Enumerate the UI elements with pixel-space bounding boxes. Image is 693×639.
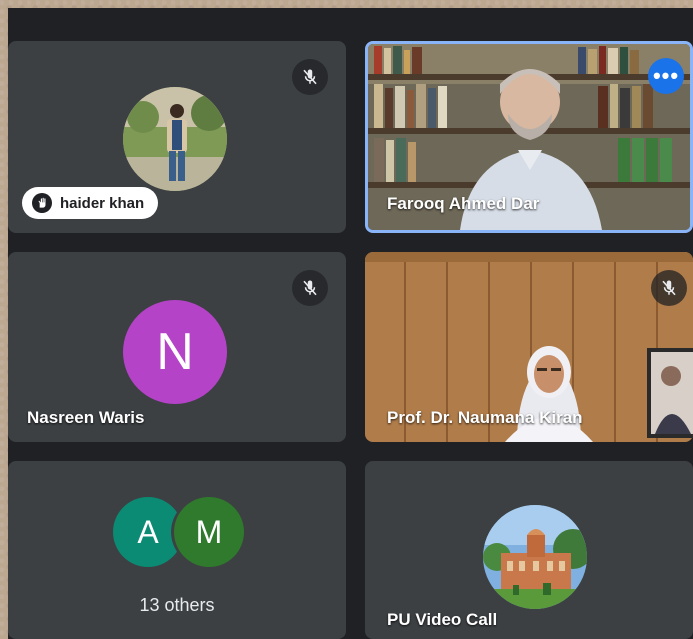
hand-icon <box>32 193 52 213</box>
avatar-photo <box>123 87 227 191</box>
video-call-grid: haider khan ••• Farooq Ahmed Dar N Nasre… <box>8 8 693 639</box>
participant-name: Prof. Dr. Naumana Kiran <box>387 408 583 427</box>
mic-off-icon <box>292 59 328 95</box>
avatar: A <box>113 497 183 567</box>
others-tile[interactable]: A M 13 others <box>8 461 346 639</box>
participant-tile-naumana-kiran[interactable]: Prof. Dr. Naumana Kiran <box>365 252 693 442</box>
avatar-photo <box>483 505 587 609</box>
participant-tile-nasreen-waris[interactable]: N Nasreen Waris <box>8 252 346 442</box>
mic-off-icon <box>651 270 687 306</box>
mic-off-icon <box>292 270 328 306</box>
avatar: N <box>123 300 227 404</box>
participant-tile-pu-video-call[interactable]: PU Video Call <box>365 461 693 639</box>
participant-name: PU Video Call <box>387 610 498 629</box>
others-count: 13 others <box>139 595 215 615</box>
participant-name: Nasreen Waris <box>27 408 145 427</box>
participant-tile-farooq-ahmed-dar[interactable]: ••• Farooq Ahmed Dar <box>365 41 693 233</box>
avatar: M <box>174 497 244 567</box>
name-chip: haider khan <box>22 187 159 219</box>
more-options-button[interactable]: ••• <box>648 58 684 94</box>
participant-name: Farooq Ahmed Dar <box>387 194 540 213</box>
participant-tile-haider-khan[interactable]: haider khan <box>8 41 346 233</box>
participant-name: haider khan <box>60 194 145 212</box>
